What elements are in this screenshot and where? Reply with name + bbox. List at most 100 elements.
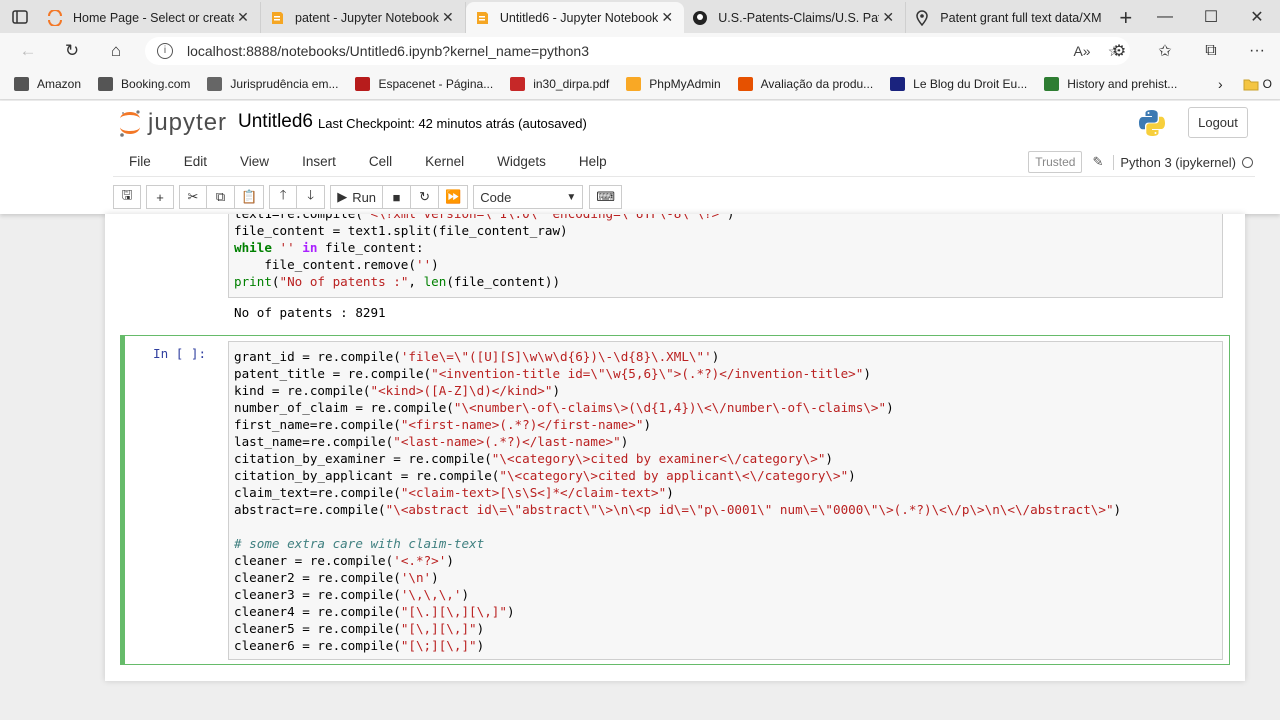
- bookmark-item[interactable]: in30_dirpa.pdf: [510, 77, 609, 91]
- menu-cell[interactable]: Cell: [353, 154, 409, 169]
- plus-icon: +: [156, 189, 164, 205]
- chevron-right-icon[interactable]: ›: [1218, 76, 1223, 92]
- current-cell-code: grant_id = re.compile('file\=\"([U][S]\w…: [234, 349, 1122, 653]
- interrupt-kernel-button[interactable]: ■: [383, 185, 412, 209]
- browser-tab[interactable]: U.S.-Patents-Claims/U.S. Pate ✕: [684, 2, 907, 33]
- current-cell-input[interactable]: grant_id = re.compile('file\=\"([U][S]\w…: [228, 341, 1223, 660]
- step-forward-icon: ▶: [337, 189, 348, 204]
- close-window-icon[interactable]: ✕: [1234, 7, 1280, 27]
- scissors-icon: ✂: [187, 189, 199, 204]
- maximize-icon[interactable]: ☐: [1188, 7, 1234, 27]
- bookmark-label: Avaliação da produ...: [760, 77, 874, 91]
- save-button[interactable]: 🖫: [113, 185, 141, 209]
- bookmark-item[interactable]: Booking.com: [98, 77, 190, 91]
- bookmark-label: History and prehist...: [1067, 77, 1178, 91]
- address-field[interactable]: i localhost:8888/notebooks/Untitled6.ipy…: [145, 37, 1130, 65]
- notebook-name[interactable]: Untitled6: [238, 111, 313, 133]
- menu-help[interactable]: Help: [563, 154, 624, 169]
- chevron-down-icon: ▼: [566, 191, 577, 203]
- copy-cells-button[interactable]: ⧉: [207, 185, 235, 209]
- more-menu-icon[interactable]: ···: [1234, 42, 1280, 60]
- bookmark-favicon-icon: [207, 77, 223, 91]
- keyboard-icon: ⌨: [596, 189, 615, 204]
- bookmark-favicon-icon: [355, 77, 371, 91]
- bookmark-favicon-icon: [890, 77, 906, 91]
- trusted-badge[interactable]: Trusted: [1028, 151, 1083, 173]
- insert-cell-below-button[interactable]: +: [146, 185, 174, 209]
- tab-title: patent - Jupyter Notebook: [295, 10, 439, 25]
- url-text: localhost:8888/notebooks/Untitled6.ipynb…: [187, 43, 590, 59]
- bookmark-favicon-icon: [98, 77, 114, 91]
- tab-title: U.S.-Patents-Claims/U.S. Pate: [718, 10, 880, 25]
- bookmark-item[interactable]: Avaliação da produ...: [737, 77, 874, 91]
- close-tab-icon[interactable]: ✕: [439, 9, 457, 26]
- menu-widgets[interactable]: Widgets: [481, 154, 563, 169]
- copy-icon: ⧉: [215, 189, 226, 204]
- site-info-icon[interactable]: i: [157, 43, 173, 59]
- tab-title: Home Page - Select or create: [73, 10, 235, 25]
- menu-edit[interactable]: Edit: [168, 154, 224, 169]
- restart-kernel-button[interactable]: ↻: [411, 185, 440, 209]
- collections-icon[interactable]: ⧉: [1188, 42, 1234, 60]
- bookmark-item[interactable]: History and prehist...: [1044, 77, 1177, 91]
- move-down-button[interactable]: 🡓: [297, 185, 326, 209]
- bookmark-item[interactable]: Le Blog du Droit Eu...: [890, 77, 1027, 91]
- read-aloud-icon[interactable]: A»: [1066, 43, 1098, 59]
- bookmark-item[interactable]: Espacenet - Página...: [355, 77, 493, 91]
- close-tab-icon[interactable]: ✕: [879, 9, 897, 26]
- browser-tab[interactable]: Patent grant full text data/XM: [906, 2, 1109, 33]
- bookmark-item[interactable]: PhpMyAdmin: [626, 77, 721, 91]
- address-bar-row: ← ↻ ⌂ i localhost:8888/notebooks/Untitle…: [0, 33, 1280, 69]
- python-logo-icon: [1139, 110, 1165, 136]
- browser-tab[interactable]: Home Page - Select or create ✕: [39, 2, 262, 33]
- bookmark-label: Booking.com: [121, 77, 191, 91]
- cut-cells-button[interactable]: ✂: [179, 185, 207, 209]
- folder-icon: [1243, 79, 1259, 90]
- pin-icon: [916, 9, 929, 26]
- menu-view[interactable]: View: [224, 154, 286, 169]
- menubar-status: Trusted ✎ Python 3 (ipykernel): [1028, 147, 1255, 177]
- move-up-button[interactable]: 🡑: [269, 185, 298, 209]
- jupyter-orange-icon: [48, 9, 63, 26]
- restart-run-all-button[interactable]: ⏩: [439, 185, 469, 209]
- command-palette-button[interactable]: ⌨: [589, 185, 622, 209]
- minimize-icon[interactable]: —: [1142, 8, 1188, 26]
- jupyter-logo-icon: [120, 110, 140, 137]
- previous-cell-output: No of patents : 8291: [234, 305, 386, 320]
- jupyter-logo[interactable]: jupyter: [118, 108, 227, 138]
- refresh-button[interactable]: ↻: [50, 33, 94, 69]
- home-button[interactable]: ⌂: [94, 33, 138, 69]
- logout-button[interactable]: Logout: [1188, 107, 1248, 138]
- fast-forward-icon: ⏩: [445, 189, 462, 204]
- bookmark-favicon-icon: [737, 77, 753, 91]
- menu-file[interactable]: File: [113, 154, 168, 169]
- browser-tab[interactable]: patent - Jupyter Notebook ✕: [261, 2, 466, 33]
- window-controls: — ☐ ✕: [1142, 0, 1280, 33]
- notebook-menubar: File Edit View Insert Cell Kernel Widgets Help …: [113, 147, 1255, 177]
- paste-cells-button[interactable]: 📋: [235, 185, 265, 209]
- tab-title: Untitled6 - Jupyter Notebook: [499, 10, 659, 25]
- menu-insert[interactable]: Insert: [286, 154, 353, 169]
- github-icon: [693, 10, 708, 25]
- bookmark-item[interactable]: Amazon: [14, 77, 81, 91]
- bookmark-item[interactable]: Jurisprudência em...: [207, 77, 338, 91]
- back-button[interactable]: ←: [6, 33, 50, 69]
- cell-type-select[interactable]: Code ▼: [473, 185, 584, 209]
- close-tab-icon[interactable]: ✕: [234, 9, 252, 26]
- extensions-icon[interactable]: ⚙: [1096, 41, 1142, 61]
- run-button[interactable]: ▶ Run: [330, 185, 384, 209]
- tab-title: Patent grant full text data/XM: [940, 10, 1102, 25]
- notebook-toolbar: 🖫 + ✂ ⧉ 📋 🡑 🡓 ▶ Run ■ ↻ ⏩ Code ▼ ⌨: [113, 184, 627, 210]
- bookmark-label: in30_dirpa.pdf: [533, 77, 610, 91]
- favorites-icon[interactable]: ✩: [1142, 41, 1188, 61]
- kernel-idle-indicator-icon: [1242, 156, 1253, 168]
- bookmarks-overflow[interactable]: › O: [1218, 76, 1272, 92]
- new-tab-button[interactable]: +: [1109, 2, 1142, 33]
- menu-kernel[interactable]: Kernel: [409, 154, 481, 169]
- notebook-icon: [272, 11, 284, 24]
- previous-cell-input[interactable]: text1=re.compile('<\?xml version=\"1\.0\…: [228, 214, 1223, 298]
- kernel-name[interactable]: Python 3 (ipykernel): [1113, 154, 1236, 170]
- tab-actions-button[interactable]: [0, 0, 39, 33]
- browser-tab-active[interactable]: Untitled6 - Jupyter Notebook ✕: [465, 2, 685, 33]
- close-tab-icon[interactable]: ✕: [658, 9, 676, 26]
